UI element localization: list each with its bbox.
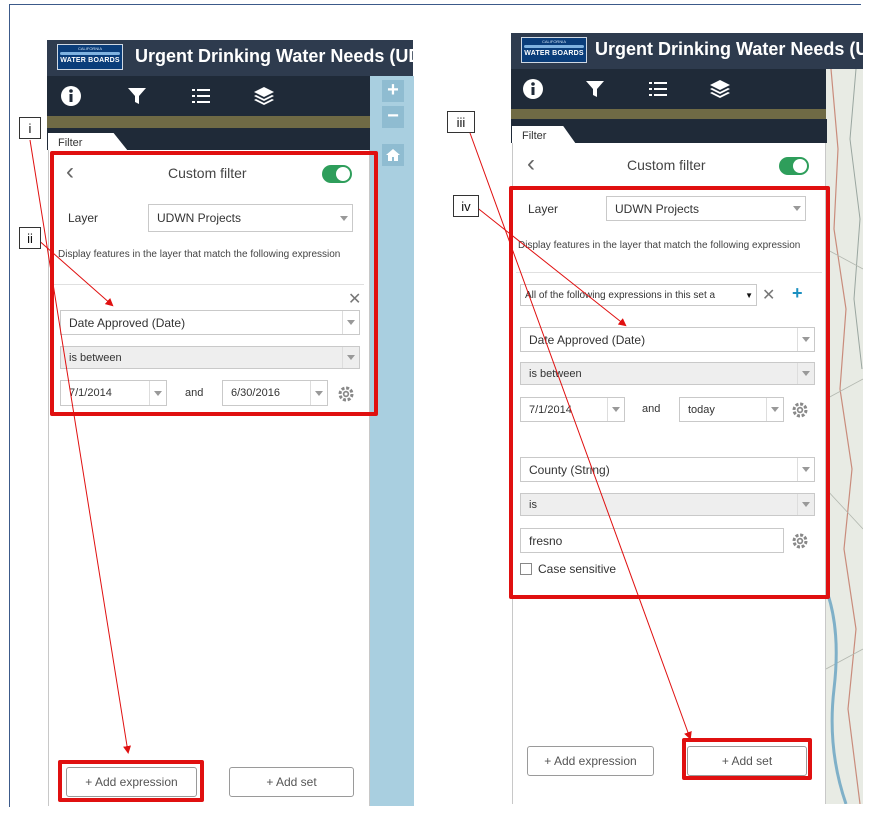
arrow-iii bbox=[469, 132, 692, 740]
arrow-i bbox=[29, 139, 132, 754]
callout-i: i bbox=[19, 117, 41, 139]
annotation-arrows bbox=[29, 132, 692, 754]
callout-iv: iv bbox=[453, 195, 479, 217]
callout-iii: iii bbox=[447, 111, 475, 133]
arrow-ii bbox=[35, 237, 114, 307]
arrow-iv bbox=[474, 205, 627, 327]
callout-ii: ii bbox=[19, 227, 41, 249]
